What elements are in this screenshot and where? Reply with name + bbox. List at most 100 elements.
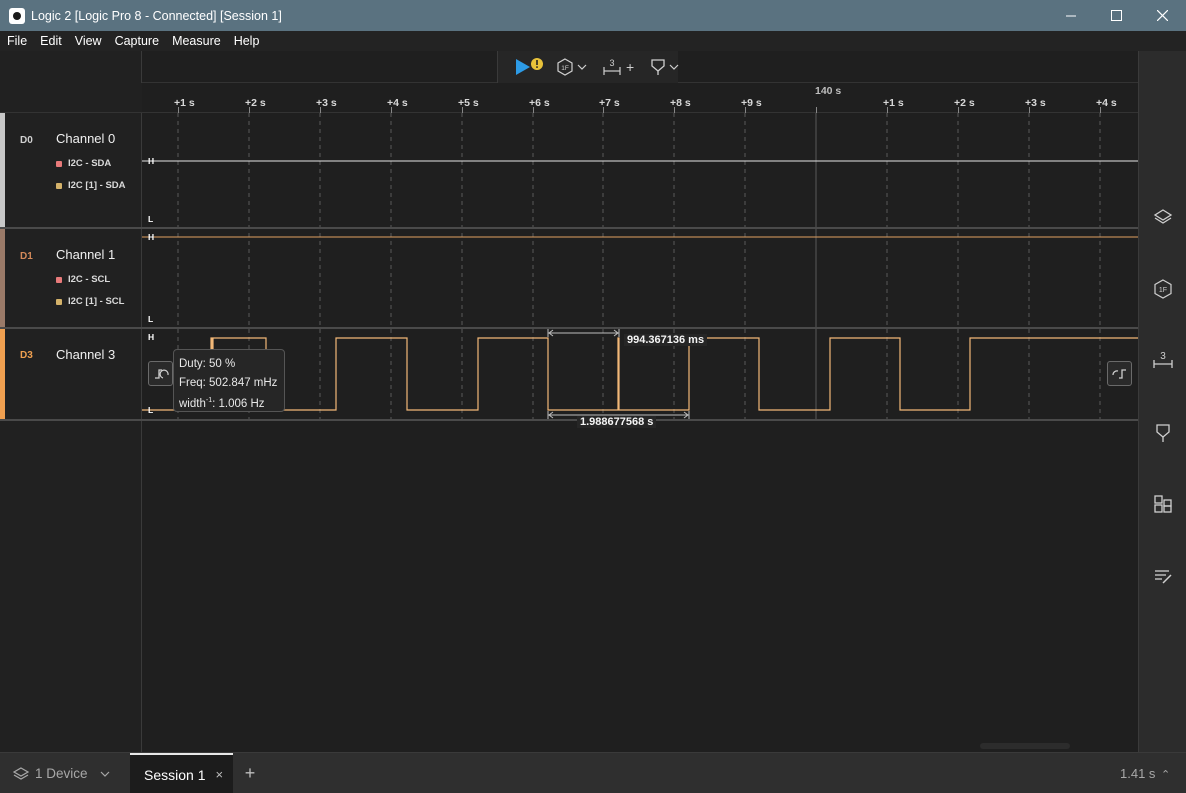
close-button[interactable] <box>1139 0 1185 31</box>
d3-waveform <box>142 337 1138 411</box>
analyzers-panel-button[interactable]: 1F <box>1152 278 1174 300</box>
hex-1f-icon: 1F <box>557 58 573 76</box>
channel-header-d0[interactable]: D0 Channel 0 I2C - SDA I2C [1] - SDA <box>0 113 142 227</box>
channel-id: D3 <box>20 350 33 361</box>
plus-icon: + <box>626 59 635 75</box>
maximize-icon <box>1110 10 1122 21</box>
low-label: L <box>148 214 154 224</box>
chevron-down-icon <box>100 771 109 777</box>
menu-help[interactable]: Help <box>227 34 266 48</box>
device-selector[interactable]: 1 Device <box>0 753 122 793</box>
channel-name[interactable]: Channel 1 <box>56 247 115 262</box>
analyzer-label: I2C [1] - SCL <box>68 296 125 307</box>
ruler-major-label: 140 s <box>815 85 842 97</box>
chevron-down-icon <box>669 64 679 70</box>
warning-icon <box>531 58 543 70</box>
svg-text:3: 3 <box>609 58 614 68</box>
menu-bar: File Edit View Capture Measure Help <box>0 31 1186 51</box>
pulse-width-label[interactable]: 994.367136 ms <box>624 334 708 346</box>
ruler-spacer <box>0 83 142 113</box>
analyzer-tag[interactable]: I2C [1] - SDA <box>56 180 126 191</box>
status-bar: 1 Device Session 1 × + 1.41 s ⌃ <box>0 752 1186 793</box>
menu-file[interactable]: File <box>0 34 33 48</box>
extensions-grid-icon <box>1154 495 1172 513</box>
measure-3-icon: 3 <box>603 58 621 75</box>
notes-panel-button[interactable] <box>1152 565 1174 587</box>
capture-toolbar: 1F 3 + <box>142 51 1138 83</box>
next-edge-button[interactable] <box>1107 361 1132 386</box>
channel-id: D0 <box>20 135 33 146</box>
close-tab-icon[interactable]: × <box>215 767 223 782</box>
device-label: 1 Device <box>35 766 88 781</box>
tab-session-1[interactable]: Session 1 × <box>130 753 233 793</box>
width-text: width-1: 1.006 Hz <box>179 392 284 413</box>
markers-panel-button[interactable] <box>1152 422 1174 444</box>
chevron-down-icon <box>577 64 587 70</box>
menu-measure[interactable]: Measure <box>165 34 227 48</box>
analyzer-color-dot <box>56 160 62 167</box>
analyzers-toolbar-button[interactable]: 1F <box>556 56 587 78</box>
low-label: L <box>148 314 154 324</box>
analyzer-label: I2C [1] - SDA <box>68 180 126 191</box>
channel-header-d3[interactable]: D3 Channel 3 <box>0 329 142 419</box>
marker-pin-icon <box>651 59 665 75</box>
menu-capture[interactable]: Capture <box>108 34 165 48</box>
device-settings-button[interactable] <box>1152 206 1174 228</box>
close-icon <box>1156 10 1168 21</box>
channel-color-bar <box>0 113 5 227</box>
timeline-ruler[interactable]: 140 s +1 s +2 s +3 s +4 s +5 s +6 s +7 s… <box>142 83 1138 113</box>
analyzers-1f-icon: 1F <box>1154 279 1172 299</box>
duty-text: Duty: 50 % <box>179 358 236 370</box>
row-separator <box>0 327 1138 329</box>
row-separator <box>0 227 1138 229</box>
zoom-level[interactable]: 1.41 s ⌃ <box>1120 766 1170 781</box>
menu-view[interactable]: View <box>68 34 108 48</box>
analyzer-tag[interactable]: I2C - SDA <box>56 158 111 169</box>
warning-badge[interactable] <box>530 53 544 75</box>
markers-toolbar-button[interactable] <box>650 56 679 78</box>
minimize-icon <box>1066 15 1076 16</box>
channel-color-bar <box>0 329 5 419</box>
minimize-button[interactable] <box>1048 0 1094 31</box>
width-prefix: width <box>179 397 206 410</box>
maximize-button[interactable] <box>1093 0 1139 31</box>
previous-edge-icon <box>154 368 169 379</box>
notes-icon <box>1155 570 1172 584</box>
next-edge-icon <box>1111 368 1126 379</box>
logic-app-icon <box>9 7 25 24</box>
add-session-button[interactable]: + <box>240 763 260 783</box>
channel-id: D1 <box>20 251 33 262</box>
caret-up-icon: ⌃ <box>1161 769 1171 781</box>
horizontal-scrollbar-thumb[interactable] <box>980 743 1070 749</box>
high-label: H <box>148 332 155 342</box>
right-sidebar: 1F 3 <box>1138 51 1186 752</box>
svg-text:1F: 1F <box>1159 287 1167 294</box>
zoom-value: 1.41 s <box>1120 766 1156 781</box>
extensions-panel-button[interactable] <box>1152 493 1174 515</box>
previous-edge-button[interactable] <box>148 361 173 386</box>
width-suffix: : 1.006 Hz <box>212 397 265 410</box>
device-layers-icon <box>12 766 30 780</box>
channel-name[interactable]: Channel 3 <box>56 347 115 362</box>
svg-text:1F: 1F <box>561 65 569 72</box>
waveform-view[interactable] <box>142 113 1138 420</box>
channel-name[interactable]: Channel 0 <box>56 131 115 146</box>
analyzer-tag[interactable]: I2C - SCL <box>56 274 110 285</box>
high-label: H <box>148 232 155 242</box>
title-bar: Logic 2 [Logic Pro 8 - Connected] [Sessi… <box>0 0 1186 31</box>
row-separator <box>0 419 1138 421</box>
high-label: H <box>148 156 155 166</box>
menu-edit[interactable]: Edit <box>33 34 68 48</box>
add-measurement-button[interactable]: 3 + <box>602 56 634 78</box>
channel-header-d1[interactable]: D1 Channel 1 I2C - SCL I2C [1] - SCL <box>0 229 142 327</box>
measurements-3-icon: 3 <box>1153 351 1173 368</box>
pulse-width-bracket <box>547 329 620 337</box>
device-layers-icon <box>1153 209 1173 224</box>
measurements-panel-button[interactable]: 3 <box>1152 349 1174 371</box>
analyzer-label: I2C - SDA <box>68 158 112 169</box>
analyzer-tag[interactable]: I2C [1] - SCL <box>56 296 124 307</box>
analyzer-label: I2C - SCL <box>68 274 111 285</box>
window-title: Logic 2 [Logic Pro 8 - Connected] [Sessi… <box>31 8 282 23</box>
period-label[interactable]: 1.988677568 s <box>577 416 657 428</box>
freq-text: Freq: 502.847 mHz <box>179 376 278 389</box>
